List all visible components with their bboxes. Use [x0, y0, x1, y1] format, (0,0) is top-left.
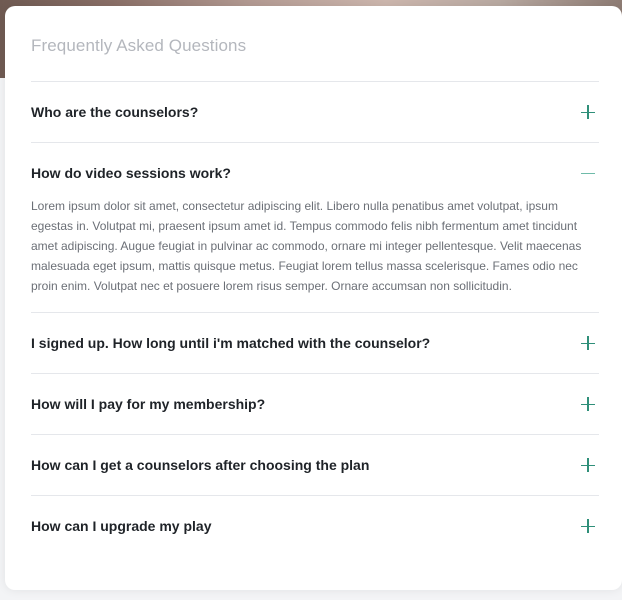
faq-item-payment: How will I pay for my membership?: [31, 373, 599, 434]
faq-toggle-video-sessions[interactable]: How do video sessions work?: [31, 143, 599, 203]
faq-item-video-sessions: How do video sessions work? Lorem ipsum …: [31, 142, 599, 312]
faq-item-upgrade: How can I upgrade my play: [31, 495, 599, 556]
faq-toggle-choose-plan[interactable]: How can I get a counselors after choosin…: [31, 435, 599, 495]
faq-question: How can I get a counselors after choosin…: [31, 457, 370, 473]
plus-icon[interactable]: [579, 395, 597, 413]
faq-answer: Lorem ipsum dolor sit amet, consectetur …: [31, 199, 582, 293]
faq-item-choose-plan: How can I get a counselors after choosin…: [31, 434, 599, 495]
faq-card: Frequently Asked Questions Who are the c…: [5, 6, 622, 590]
faq-item-counselors: Who are the counselors?: [31, 81, 599, 142]
faq-question: Who are the counselors?: [31, 104, 199, 120]
faq-question: I signed up. How long until i'm matched …: [31, 335, 431, 351]
plus-icon[interactable]: [579, 456, 597, 474]
faq-question: How can I upgrade my play: [31, 518, 212, 534]
minus-icon[interactable]: [579, 164, 597, 182]
faq-toggle-matching[interactable]: I signed up. How long until i'm matched …: [31, 313, 599, 373]
faq-toggle-counselors[interactable]: Who are the counselors?: [31, 82, 599, 142]
faq-list: Who are the counselors? How do video ses…: [31, 81, 599, 556]
plus-icon[interactable]: [579, 334, 597, 352]
faq-toggle-payment[interactable]: How will I pay for my membership?: [31, 374, 599, 434]
faq-toggle-upgrade[interactable]: How can I upgrade my play: [31, 496, 599, 556]
faq-question: How do video sessions work?: [31, 165, 231, 181]
faq-item-matching: I signed up. How long until i'm matched …: [31, 312, 599, 373]
faq-question: How will I pay for my membership?: [31, 396, 266, 412]
plus-icon[interactable]: [579, 103, 597, 121]
faq-title: Frequently Asked Questions: [31, 36, 247, 55]
plus-icon[interactable]: [579, 517, 597, 535]
